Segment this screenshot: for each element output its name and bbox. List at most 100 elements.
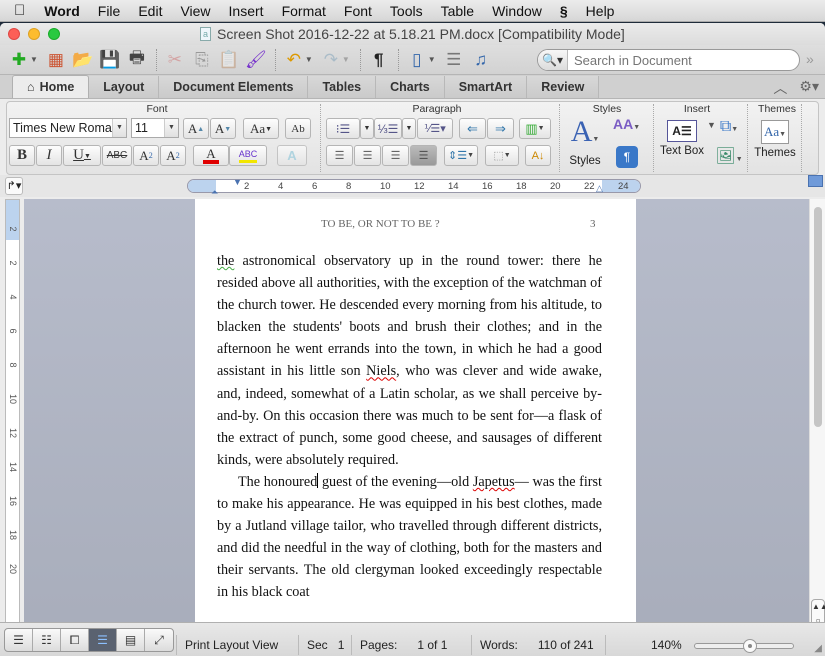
show-formatting-icon[interactable]: ¶ <box>366 48 392 72</box>
paste-icon[interactable]: 📋 <box>216 48 242 72</box>
multilevel-list-button[interactable]: ⅟☰▾ <box>417 118 453 139</box>
new-dropdown-icon[interactable]: ▼ <box>30 55 38 64</box>
decrease-indent-button[interactable]: ⇐ <box>459 118 486 139</box>
apple-menu-icon[interactable]:  <box>0 0 35 22</box>
tab-charts[interactable]: Charts <box>376 76 445 98</box>
vertical-ruler[interactable]: 2 2 4 6 8 10 12 14 16 18 20 <box>5 199 20 645</box>
search-input[interactable] <box>574 52 784 68</box>
left-indent-marker[interactable]: ⏶ <box>211 187 218 198</box>
print-layout-view-icon[interactable]: ☰ <box>89 629 117 651</box>
print-icon[interactable]: 🖶 <box>124 48 150 72</box>
font-size-dropdown-icon[interactable]: ▼ <box>164 119 178 137</box>
font-color-button[interactable]: A <box>193 145 229 166</box>
search-field[interactable]: 🔍▾ <box>537 49 800 71</box>
styles-pane-icon[interactable]: ¶ <box>616 146 638 168</box>
borders-button[interactable]: ⬚ ▼ <box>485 145 519 166</box>
subscript-button[interactable]: A2 <box>160 145 186 166</box>
status-word-count[interactable]: Words: 110 of 241 <box>471 635 605 655</box>
columns-button[interactable]: ▥ ▼ <box>519 118 551 139</box>
outline-view-icon[interactable]: ☷ <box>33 629 61 651</box>
menu-file[interactable]: File <box>89 0 130 22</box>
menu-format[interactable]: Format <box>273 0 335 22</box>
minimize-button[interactable] <box>28 28 40 40</box>
shrink-font-button[interactable]: A ▼ <box>210 118 236 139</box>
sidebar-icon[interactable]: ▯ <box>404 48 430 72</box>
text-box-toolbar-icon[interactable]: ☰ <box>441 48 467 72</box>
sort-button[interactable]: A↓ <box>525 145 551 166</box>
themes-button[interactable]: Aa▼ Themes <box>753 116 797 159</box>
grow-font-button[interactable]: A ▲ <box>183 118 209 139</box>
font-name-combo[interactable]: Times New Roman ▼ <box>9 118 127 138</box>
menu-insert[interactable]: Insert <box>220 0 273 22</box>
close-button[interactable] <box>8 28 20 40</box>
new-document-icon[interactable]: ✚ <box>6 48 32 72</box>
document-page[interactable]: TO BE, OR NOT TO BE ? 3 the astronomical… <box>195 199 636 645</box>
align-center-button[interactable]: ☰ <box>354 145 381 166</box>
align-left-button[interactable]: ☰ <box>326 145 353 166</box>
redo-dropdown-icon[interactable]: ▼ <box>342 55 350 64</box>
collapse-ribbon-icon[interactable]: ︿ <box>773 78 787 98</box>
styles-gallery-button[interactable]: A▼ Styles <box>565 116 605 168</box>
cut-icon[interactable]: ✂ <box>162 48 188 72</box>
spelling-flag-word[interactable]: Japetus <box>473 474 515 490</box>
font-name-dropdown-icon[interactable]: ▼ <box>112 119 126 137</box>
text-effects-button[interactable]: A <box>277 145 307 166</box>
zoom-slider[interactable] <box>694 639 794 653</box>
clear-formatting-button[interactable]: Ab <box>285 118 311 139</box>
redo-icon[interactable]: ↷ <box>318 48 344 72</box>
bullets-dropdown-icon[interactable]: ▼ <box>360 118 374 139</box>
tab-layout[interactable]: Layout <box>89 76 160 98</box>
horizontal-ruler[interactable]: 2 4 6 8 10 12 14 16 18 20 22 24 <box>187 179 641 193</box>
menu-view[interactable]: View <box>171 0 219 22</box>
tab-home[interactable]: ⌂ Home <box>12 75 90 98</box>
font-size-combo[interactable]: 11 ▼ <box>131 118 179 138</box>
templates-gallery-icon[interactable]: ▦ <box>43 48 69 72</box>
menu-edit[interactable]: Edit <box>129 0 171 22</box>
increase-indent-button[interactable]: ⇒ <box>487 118 514 139</box>
menu-help[interactable]: Help <box>577 0 624 22</box>
grammar-flag-word[interactable]: the <box>217 253 234 269</box>
zoom-slider-knob[interactable] <box>743 639 757 653</box>
document-body[interactable]: the astronomical observatory up in the r… <box>217 250 602 604</box>
save-icon[interactable]: 💾 <box>97 48 123 72</box>
first-line-indent-marker[interactable]: ▼ <box>233 177 242 187</box>
script-menu-icon[interactable]: § <box>551 0 577 22</box>
underline-button[interactable]: U ▼ <box>63 145 101 166</box>
italic-button[interactable]: I <box>36 145 62 166</box>
format-painter-icon[interactable]: 🖌 <box>243 48 269 72</box>
tab-selector-icon[interactable]: ↱▾ <box>5 177 23 195</box>
undo-icon[interactable]: ↶ <box>281 48 307 72</box>
highlight-button[interactable]: ABC <box>229 145 267 166</box>
undo-dropdown-icon[interactable]: ▼ <box>305 55 313 64</box>
draft-view-icon[interactable]: ☰ <box>5 629 33 651</box>
tab-document-elements[interactable]: Document Elements <box>159 76 309 98</box>
media-browser-icon[interactable]: ♫ <box>468 48 494 72</box>
right-indent-marker[interactable]: △ <box>596 183 603 194</box>
menu-font[interactable]: Font <box>335 0 381 22</box>
zoom-button[interactable] <box>48 28 60 40</box>
spelling-flag-word[interactable]: Niels <box>366 363 396 379</box>
bold-button[interactable]: B <box>9 145 35 166</box>
ribbon-settings-gear-icon[interactable]: ⚙▾ <box>799 78 819 98</box>
search-icon[interactable]: 🔍▾ <box>538 50 568 70</box>
justify-button[interactable]: ☰ <box>410 145 437 166</box>
tab-smartart[interactable]: SmartArt <box>444 76 528 98</box>
menu-app-word[interactable]: Word <box>35 0 89 22</box>
superscript-button[interactable]: A2 <box>133 145 159 166</box>
menu-window[interactable]: Window <box>483 0 551 22</box>
numbering-button[interactable]: ⅓☰ <box>374 118 402 139</box>
quick-styles-icon[interactable]: AA▼ <box>613 116 640 132</box>
vertical-scrollbar[interactable]: ▲▲ ○ ▼▼ <box>809 199 825 645</box>
copy-icon[interactable]: ⎘ <box>189 48 215 72</box>
full-screen-view-icon[interactable]: ⤢ <box>145 629 173 651</box>
line-spacing-button[interactable]: ⇕☰ ▼ <box>444 145 478 166</box>
strikethrough-button[interactable]: ABC <box>102 145 132 166</box>
text-box-button[interactable]: A☰ Text Box <box>659 116 705 157</box>
shapes-icon[interactable]: ⧉▼ <box>715 118 743 136</box>
resize-grip-icon[interactable]: ◢ <box>814 643 822 654</box>
split-window-handle[interactable] <box>808 175 823 187</box>
tab-tables[interactable]: Tables <box>308 76 377 98</box>
notebook-layout-view-icon[interactable]: ▤ <box>117 629 145 651</box>
previous-page-icon[interactable]: ▲▲ <box>812 600 825 614</box>
menu-tools[interactable]: Tools <box>381 0 432 22</box>
